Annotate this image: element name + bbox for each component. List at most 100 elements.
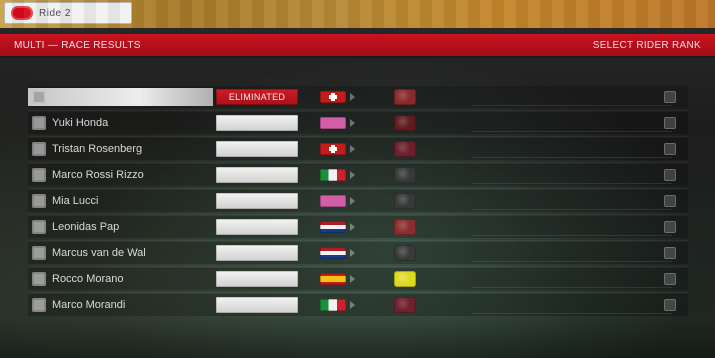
rider-avatar-icon (32, 298, 46, 312)
table-row[interactable]: ELIMINATED (28, 86, 688, 108)
rider-name-cell[interactable]: Leonidas Pap (28, 218, 213, 236)
motorcycle-icon (394, 89, 416, 105)
motorcycle-icon (394, 193, 416, 209)
flag-icon (320, 91, 346, 103)
status-badge[interactable] (216, 115, 298, 131)
rider-name: Yuki Honda (52, 117, 109, 129)
row-select-checkbox[interactable] (664, 169, 676, 181)
motorcycle-icon (394, 167, 416, 183)
rider-name: Rocco Morano (52, 273, 124, 285)
rider-name-cell[interactable]: Marco Morandi (28, 296, 213, 314)
caret-right-icon (350, 197, 355, 205)
title-left: MULTI — RACE RESULTS (14, 39, 141, 51)
table-row[interactable]: Rocco Morano (28, 268, 688, 290)
title-right: SELECT RIDER RANK (592, 39, 701, 51)
table-row[interactable]: Marco Morandi (28, 294, 688, 316)
rider-name: Marco Morandi (52, 299, 126, 311)
status-badge[interactable] (216, 167, 298, 183)
flag-icon (320, 169, 346, 181)
status-badge[interactable] (216, 141, 298, 157)
row-select-checkbox[interactable] (664, 117, 676, 129)
rider-name-cell[interactable]: Tristan Rosenberg (28, 140, 213, 158)
bike-cell (390, 218, 420, 236)
rider-name: Marcus van de Wal (52, 247, 146, 259)
status-badge[interactable] (216, 193, 298, 209)
row-select-checkbox[interactable] (664, 221, 676, 233)
row-select-checkbox[interactable] (664, 273, 676, 285)
rider-avatar-icon (32, 220, 46, 234)
table-row[interactable]: Leonidas Pap (28, 216, 688, 238)
nationality-flag-cell (320, 246, 358, 260)
bike-cell (390, 140, 420, 158)
rider-name: Marco Rossi Rizzo (52, 169, 144, 181)
row-separator (28, 240, 688, 241)
results-table: ELIMINATED Yuki Honda Tristan Rosenberg Mar… (28, 80, 688, 320)
rider-name-cell[interactable]: Yuki Honda (28, 114, 213, 132)
rider-name-cell[interactable]: Mia Lucci (28, 192, 213, 210)
rider-name-cell[interactable]: Marco Rossi Rizzo (28, 166, 213, 184)
title-bar: MULTI — RACE RESULTS SELECT RIDER RANK (0, 34, 715, 56)
nationality-flag-cell (320, 142, 358, 156)
nationality-flag-cell (320, 194, 358, 208)
table-row[interactable]: Yuki Honda (28, 112, 688, 134)
row-select-checkbox[interactable] (664, 247, 676, 259)
rider-name-cell[interactable]: Marcus van de Wal (28, 244, 213, 262)
row-separator (28, 292, 688, 293)
bike-cell (390, 166, 420, 184)
table-row[interactable]: Marco Rossi Rizzo (28, 164, 688, 186)
flag-icon (320, 195, 346, 207)
caret-right-icon (350, 223, 355, 231)
status-badge[interactable] (216, 219, 298, 235)
status-badge[interactable] (216, 297, 298, 313)
caret-right-icon (350, 249, 355, 257)
row-select-checkbox[interactable] (664, 91, 676, 103)
team-name (472, 194, 662, 208)
row-separator (28, 266, 688, 267)
rider-name: Leonidas Pap (52, 221, 120, 233)
row-select-checkbox[interactable] (664, 299, 676, 311)
screen: Ride 2 MULTI — RACE RESULTS SELECT RIDER… (0, 0, 715, 358)
brand-text: Ride 2 (39, 7, 71, 19)
bike-cell (390, 114, 420, 132)
team-name (472, 90, 662, 104)
rider-name: Tristan Rosenberg (52, 143, 143, 155)
row-select-checkbox[interactable] (664, 143, 676, 155)
motorcycle-icon (394, 219, 416, 235)
table-row[interactable]: Marcus van de Wal (28, 242, 688, 264)
team-divider (472, 131, 672, 132)
team-divider (472, 235, 672, 236)
rider-name-cell[interactable] (28, 88, 213, 106)
team-name (472, 168, 662, 182)
team-name (472, 272, 662, 286)
bike-cell (390, 270, 420, 288)
row-separator (28, 214, 688, 215)
motorcycle-icon (394, 297, 416, 313)
team-divider (472, 287, 672, 288)
team-divider (472, 209, 672, 210)
nationality-flag-cell (320, 272, 358, 286)
nationality-flag-cell (320, 116, 358, 130)
caret-right-icon (350, 275, 355, 283)
status-badge[interactable]: ELIMINATED (216, 89, 298, 105)
brand-icon (11, 6, 33, 20)
caret-right-icon (350, 119, 355, 127)
team-name (472, 246, 662, 260)
flag-icon (320, 247, 346, 259)
motorcycle-icon (394, 245, 416, 261)
flag-icon (320, 299, 346, 311)
rider-name-cell[interactable]: Rocco Morano (28, 270, 213, 288)
rider-avatar-icon (32, 90, 46, 104)
status-badge[interactable] (216, 271, 298, 287)
team-name (472, 220, 662, 234)
team-divider (472, 157, 672, 158)
bike-cell (390, 296, 420, 314)
table-row[interactable]: Tristan Rosenberg (28, 138, 688, 160)
team-name (472, 298, 662, 312)
status-badge[interactable] (216, 245, 298, 261)
row-select-checkbox[interactable] (664, 195, 676, 207)
nationality-flag-cell (320, 168, 358, 182)
table-row[interactable]: Mia Lucci (28, 190, 688, 212)
team-name (472, 142, 662, 156)
team-divider (472, 313, 672, 314)
motorcycle-icon (394, 141, 416, 157)
